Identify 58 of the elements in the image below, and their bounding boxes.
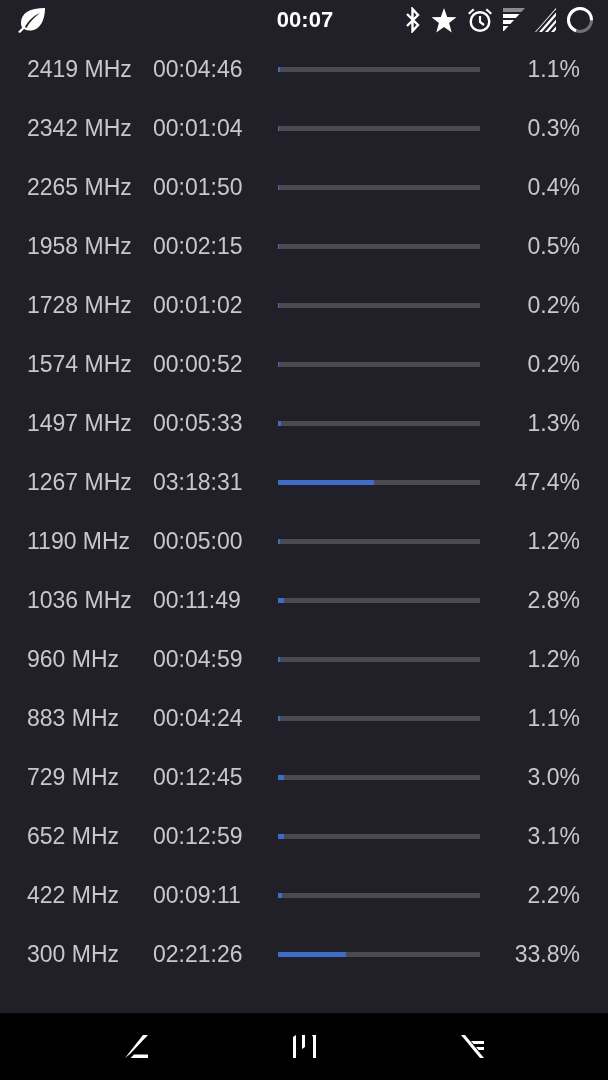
- time-label: 03:18:31: [153, 469, 244, 496]
- frequency-label: 1267 MHz: [27, 469, 133, 496]
- time-label: 02:21:26: [153, 941, 244, 968]
- frequency-label: 2265 MHz: [27, 174, 133, 201]
- alarm-clock-icon: [467, 7, 493, 33]
- frequency-label: 2342 MHz: [27, 115, 133, 142]
- percent-label: 1.3%: [527, 410, 580, 437]
- percent-label: 33.8%: [514, 941, 580, 968]
- percent-label: 1.2%: [527, 528, 580, 555]
- frequency-label: 960 MHz: [27, 646, 121, 673]
- bluetooth-icon: [405, 7, 421, 33]
- frequency-label: 2419 MHz: [27, 56, 133, 83]
- frequency-label: 1190 MHz: [27, 528, 132, 555]
- time-label: 00:01:50: [153, 174, 244, 201]
- frequency-label: 1958 MHz: [27, 233, 133, 260]
- time-label: 00:12:45: [153, 764, 244, 791]
- percent-label: 0.2%: [527, 351, 580, 378]
- percent-label: 0.4%: [527, 174, 580, 201]
- bars-icon: [292, 1035, 316, 1058]
- frequency-label: 1728 MHz: [27, 292, 133, 319]
- time-label: 00:11:49: [153, 587, 242, 614]
- time-label: 00:01:04: [153, 115, 244, 142]
- time-label: 00:04:59: [153, 646, 244, 673]
- percent-label: 2.2%: [527, 882, 580, 909]
- percent-label: 1.1%: [527, 705, 580, 732]
- time-label: 00:04:24: [153, 705, 244, 732]
- percent-label: 0.2%: [527, 292, 580, 319]
- time-label: 00:04:46: [153, 56, 244, 83]
- leaf-icon: [16, 7, 46, 33]
- percent-label: 47.4%: [514, 469, 580, 496]
- time-label: 00:05:00: [153, 528, 244, 555]
- time-label: 00:00:52: [153, 351, 244, 378]
- frequency-label: 729 MHz: [27, 764, 121, 791]
- frequency-label: 1497 MHz: [27, 410, 133, 437]
- percent-label: 0.5%: [527, 233, 580, 260]
- percent-label: 1.1%: [527, 56, 580, 83]
- status-time: 00:07: [276, 7, 334, 33]
- frequency-label: 883 MHz: [27, 705, 121, 732]
- time-label: 00:12:59: [153, 823, 244, 850]
- percent-label: 2.8%: [527, 587, 580, 614]
- slash-icon: [460, 1035, 484, 1058]
- percent-label: 0.3%: [527, 115, 580, 142]
- time-label: 00:09:11: [153, 882, 242, 909]
- frequency-label: 300 MHz: [27, 941, 121, 968]
- frequency-label: 422 MHz: [27, 882, 121, 909]
- star-icon: [431, 7, 457, 33]
- time-label: 00:02:15: [153, 233, 244, 260]
- percent-label: 1.2%: [527, 646, 580, 673]
- frequency-label: 1574 MHz: [27, 351, 133, 378]
- time-label: 00:05:33: [153, 410, 244, 437]
- angle-icon: [124, 1035, 148, 1058]
- frequency-label: 1036 MHz: [27, 587, 133, 614]
- ring-icon: [566, 6, 594, 34]
- percent-label: 3.1%: [527, 823, 580, 850]
- frequency-label: 652 MHz: [27, 823, 121, 850]
- wifi-icon: [503, 8, 525, 32]
- time-label: 00:01:02: [153, 292, 244, 319]
- percent-label: 3.0%: [527, 764, 580, 791]
